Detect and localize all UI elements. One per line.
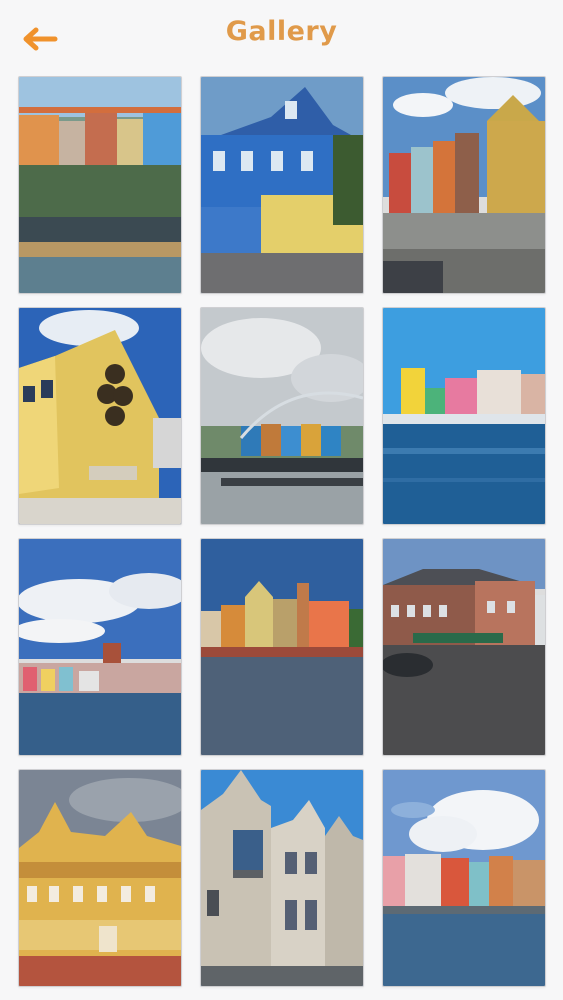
gallery-photo-big-cloud[interactable] (382, 769, 546, 987)
photo-image (383, 539, 545, 755)
gallery-photo-distant-waterfront[interactable] (18, 538, 182, 756)
photo-image (383, 770, 545, 986)
photo-image (201, 539, 363, 755)
photo-image (383, 308, 545, 524)
page-title: Gallery (225, 16, 338, 47)
app-header: Gallery (0, 0, 563, 72)
photo-image (19, 77, 181, 293)
photo-image (19, 770, 181, 986)
gallery-photo-brick-plaza[interactable] (382, 538, 546, 756)
photo-image (383, 77, 545, 293)
gallery-photo-harbor-gables[interactable] (200, 538, 364, 756)
gallery-photo-pastel-harbor[interactable] (382, 307, 546, 525)
gallery-photo-yellow-wall[interactable] (18, 307, 182, 525)
gallery-photo-waterfront-market[interactable] (18, 76, 182, 294)
photo-image (19, 308, 181, 524)
gallery-photo-gabled-row[interactable] (200, 769, 364, 987)
gallery-photo-yellow-gabled[interactable] (18, 769, 182, 987)
photo-image (19, 539, 181, 755)
photo-image (201, 77, 363, 293)
photo-image (201, 308, 363, 524)
gallery-photo-floating-bridge[interactable] (200, 307, 364, 525)
gallery-photo-blue-building[interactable] (200, 76, 364, 294)
photo-image (201, 770, 363, 986)
gallery-photo-colorful-street[interactable] (382, 76, 546, 294)
